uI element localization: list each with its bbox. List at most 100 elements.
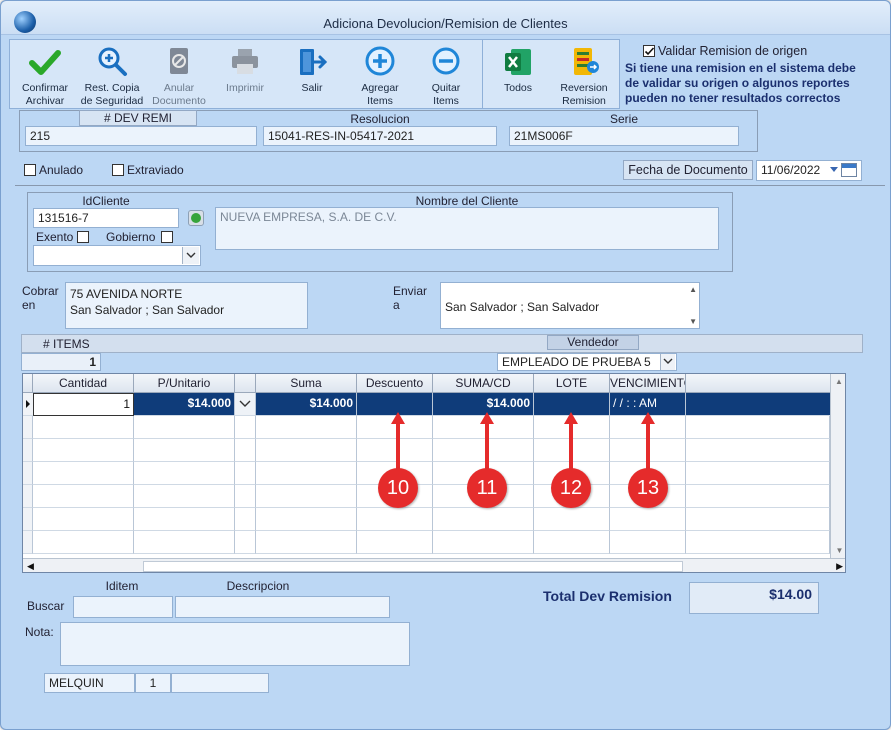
exempt-checkbox[interactable]	[77, 231, 89, 243]
date-dropdown-icon[interactable]	[830, 167, 838, 172]
empty-grid-cell[interactable]	[235, 531, 256, 554]
empty-grid-cell[interactable]	[433, 439, 534, 462]
empty-grid-cell[interactable]	[357, 508, 433, 531]
print-button[interactable]: Imprimir	[215, 45, 275, 95]
empty-grid-cell[interactable]	[134, 439, 235, 462]
column-sum[interactable]: Suma	[256, 374, 357, 393]
empty-grid-cell[interactable]	[134, 462, 235, 485]
empty-grid-cell[interactable]	[23, 485, 33, 508]
government-checkbox[interactable]	[161, 231, 173, 243]
empty-grid-cell[interactable]	[235, 462, 256, 485]
empty-grid-cell[interactable]	[134, 508, 235, 531]
all-export-button[interactable]: Todos	[491, 45, 545, 95]
empty-grid-cell[interactable]	[686, 462, 830, 485]
empty-grid-cell[interactable]	[23, 462, 33, 485]
confirm-archive-button[interactable]: Confirmar Archivar	[15, 45, 75, 108]
annulled-checkbox[interactable]	[24, 164, 36, 176]
grid-vertical-scrollbar[interactable]: ▲ ▼	[830, 374, 845, 558]
lost-checkbox[interactable]	[112, 164, 124, 176]
note-textarea[interactable]	[60, 622, 410, 666]
empty-grid-cell[interactable]	[134, 485, 235, 508]
empty-grid-cell[interactable]	[134, 416, 235, 439]
empty-grid-cell[interactable]	[33, 416, 134, 439]
client-type-select[interactable]	[33, 245, 201, 266]
grid-scroll-left-icon[interactable]: ◀	[27, 561, 34, 572]
empty-grid-cell[interactable]	[534, 531, 610, 554]
empty-grid-cell[interactable]	[256, 531, 357, 554]
empty-grid-cell[interactable]	[256, 485, 357, 508]
empty-grid-cell[interactable]	[686, 531, 830, 554]
remove-items-button[interactable]: Quitar Items	[417, 45, 475, 108]
empty-grid-cell[interactable]	[433, 531, 534, 554]
empty-grid-cell[interactable]	[33, 508, 134, 531]
empty-grid-cell[interactable]	[256, 439, 357, 462]
chevron-down-icon[interactable]	[182, 247, 199, 264]
grid-horizontal-scrollbar[interactable]: ◀ ▶	[23, 558, 845, 572]
empty-grid-cell[interactable]	[134, 531, 235, 554]
scroll-up-icon[interactable]: ▲	[689, 285, 697, 294]
empty-grid-cell[interactable]	[235, 485, 256, 508]
restore-backup-button[interactable]: Rest. Copia de Seguridad	[78, 45, 146, 108]
empty-grid-cell[interactable]	[686, 485, 830, 508]
client-name-field[interactable]: NUEVA EMPRESA, S.A. DE C.V.	[215, 207, 719, 250]
resolution-field[interactable]: 15041-RES-IN-05417-2021	[263, 126, 497, 146]
empty-grid-cell[interactable]	[610, 508, 686, 531]
grid-scroll-down-icon[interactable]: ▼	[831, 546, 845, 555]
empty-grid-cell[interactable]	[23, 531, 33, 554]
empty-grid-cell[interactable]	[33, 462, 134, 485]
empty-grid-cell[interactable]	[23, 508, 33, 531]
empty-grid-cell[interactable]	[235, 439, 256, 462]
empty-grid-cell[interactable]	[357, 439, 433, 462]
cell-unit-price[interactable]: $14.000	[134, 393, 235, 416]
search-description-input[interactable]	[175, 596, 390, 618]
dev-remi-field[interactable]: 215	[25, 126, 257, 146]
column-lookup[interactable]	[235, 374, 256, 393]
row-pointer[interactable]	[23, 393, 33, 416]
client-id-field[interactable]: 131516-7	[33, 208, 179, 228]
cell-quantity[interactable]: 1	[33, 393, 134, 416]
scroll-down-icon[interactable]: ▼	[689, 317, 697, 326]
empty-grid-cell[interactable]	[686, 439, 830, 462]
column-discount[interactable]: Descuento	[357, 374, 433, 393]
reversal-remission-button[interactable]: Reversion Remision	[553, 45, 615, 108]
series-field[interactable]: 21MS006F	[509, 126, 739, 146]
client-ok-icon[interactable]	[188, 210, 204, 226]
description-label: Descripcion	[226, 579, 290, 593]
empty-grid-cell[interactable]	[23, 416, 33, 439]
seller-select[interactable]: EMPLEADO DE PRUEBA 5	[497, 353, 677, 371]
add-items-button[interactable]: Agregar Items	[350, 45, 410, 108]
empty-grid-cell[interactable]	[256, 462, 357, 485]
search-iditem-input[interactable]	[73, 596, 173, 618]
seller-chevron-icon[interactable]	[660, 354, 675, 370]
column-expiry[interactable]: VENCIMIENTO	[610, 374, 686, 393]
empty-grid-cell[interactable]	[33, 531, 134, 554]
column-lot[interactable]: LOTE	[534, 374, 610, 393]
cell-sum[interactable]: $14.000	[256, 393, 357, 416]
grid-scroll-up-icon[interactable]: ▲	[831, 377, 845, 386]
column-unit-price[interactable]: P/Unitario	[134, 374, 235, 393]
grid-scroll-right-icon[interactable]: ▶	[836, 561, 843, 572]
empty-grid-cell[interactable]	[33, 485, 134, 508]
column-sum-cd[interactable]: SUMA/CD	[433, 374, 534, 393]
empty-grid-cell[interactable]	[610, 531, 686, 554]
empty-grid-cell[interactable]	[235, 508, 256, 531]
cell-lookup-button[interactable]	[235, 393, 256, 416]
cancel-document-button[interactable]: Anular Documento	[148, 45, 210, 108]
shipping-address-field[interactable]: San Salvador ; San Salvador ▲ ▼	[440, 282, 700, 329]
empty-grid-cell[interactable]	[23, 439, 33, 462]
exit-button[interactable]: Salir	[284, 45, 340, 95]
empty-grid-cell[interactable]	[686, 508, 830, 531]
calendar-icon[interactable]	[841, 163, 857, 177]
billing-address-field[interactable]: 75 AVENIDA NORTE San Salvador ; San Salv…	[65, 282, 308, 329]
column-quantity[interactable]: Cantidad	[33, 374, 134, 393]
empty-grid-cell[interactable]	[534, 508, 610, 531]
validate-origin-checkbox[interactable]	[643, 45, 655, 57]
empty-grid-cell[interactable]	[235, 416, 256, 439]
empty-grid-cell[interactable]	[357, 531, 433, 554]
empty-grid-cell[interactable]	[256, 508, 357, 531]
empty-grid-cell[interactable]	[33, 439, 134, 462]
grid-scroll-thumb[interactable]	[143, 561, 683, 572]
empty-grid-cell[interactable]	[256, 416, 357, 439]
empty-grid-cell[interactable]	[433, 508, 534, 531]
empty-grid-cell[interactable]	[686, 416, 830, 439]
